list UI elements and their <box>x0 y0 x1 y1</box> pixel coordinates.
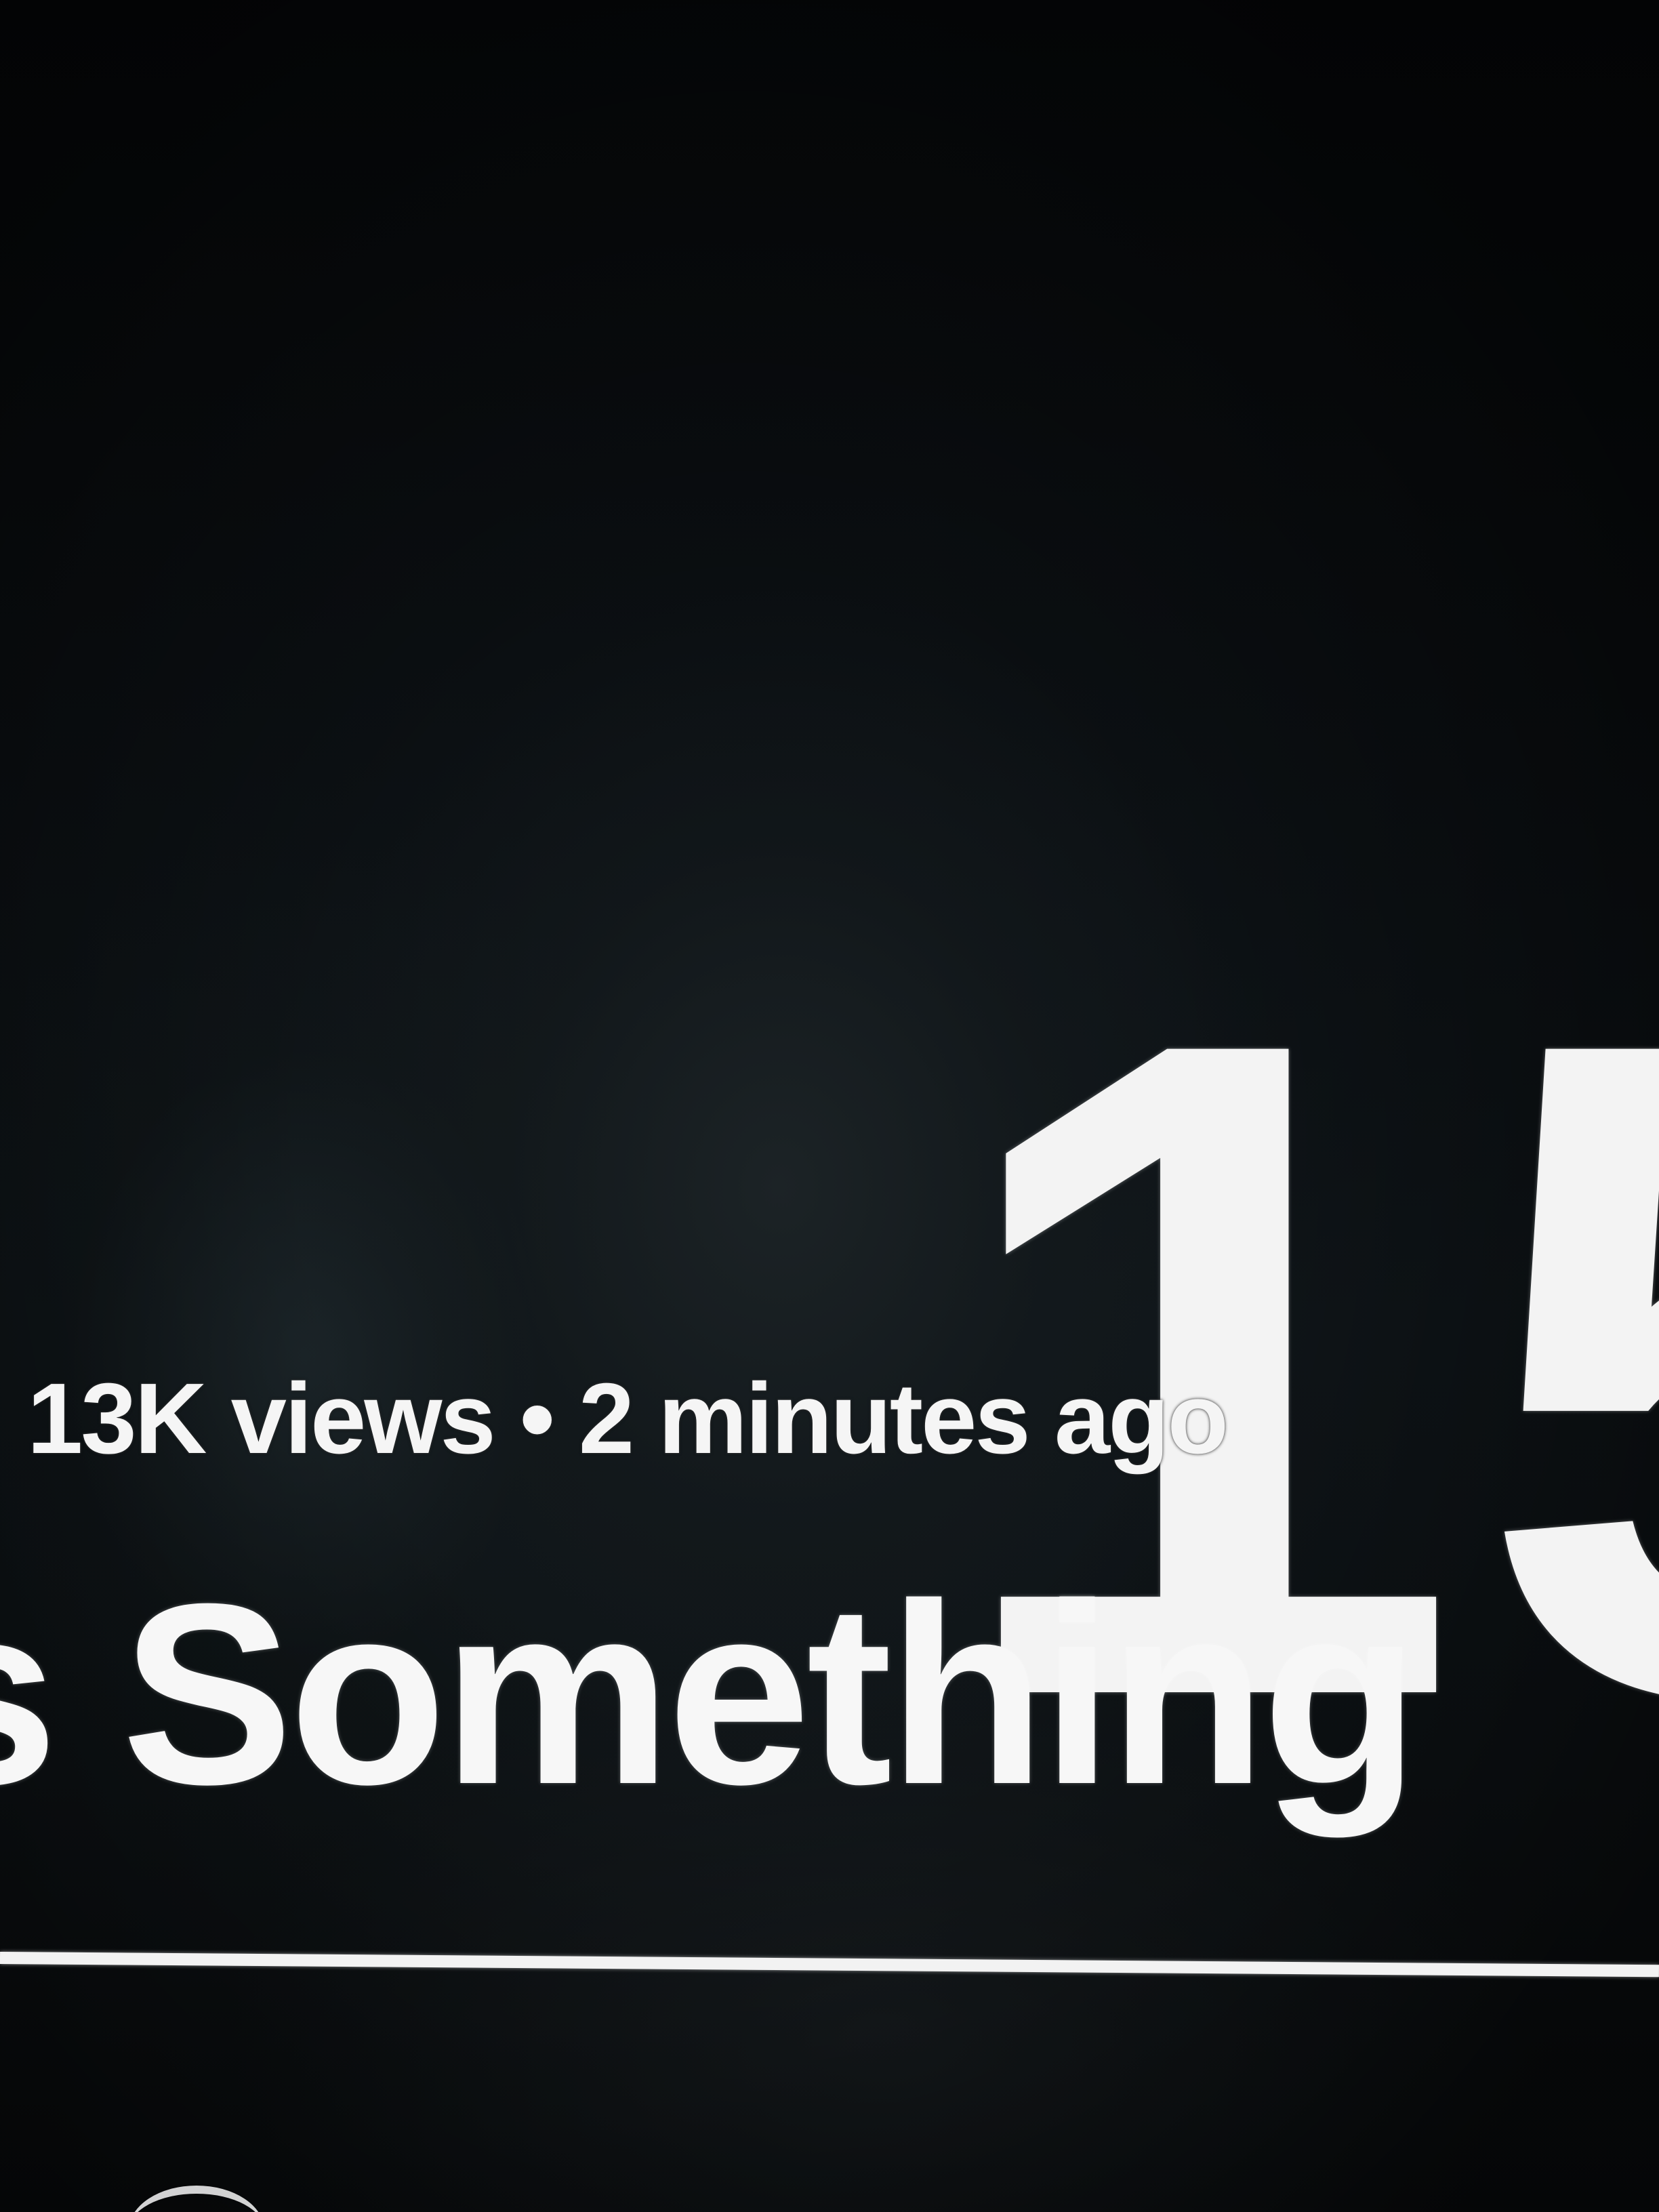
video-meta: 13K views • 2 minutes ago <box>27 1363 1229 1475</box>
video-player-screen: 15 13K views • 2 minutes ago 's Somethin… <box>0 0 1659 2212</box>
video-title[interactable]: 's Something <box>0 1565 1420 1823</box>
